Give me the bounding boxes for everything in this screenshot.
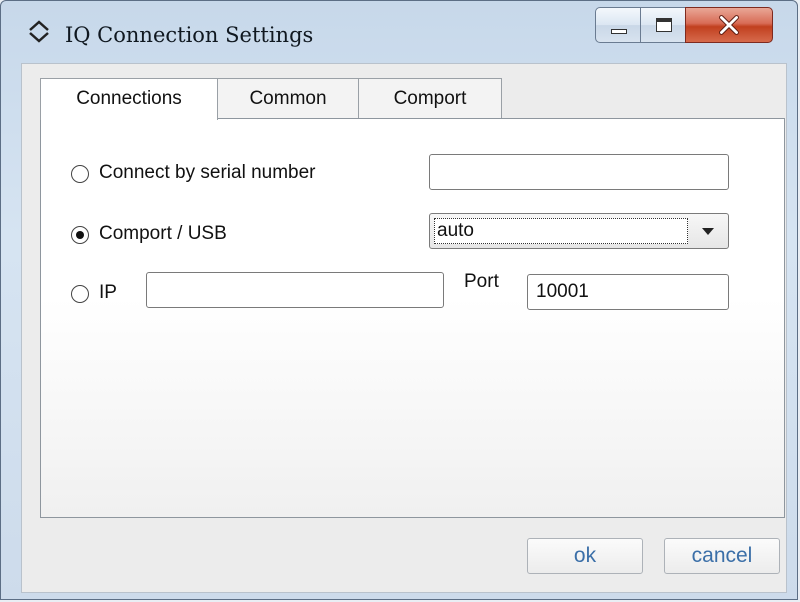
- close-icon: [719, 15, 739, 35]
- port-label: Port: [464, 271, 499, 292]
- dialog-body: Connections Common Comport Connect by se…: [21, 63, 787, 593]
- dropdown-arrow-icon: [702, 228, 714, 235]
- connections-panel: Connect by serial number Comport / USB a…: [40, 118, 785, 518]
- ip-radio[interactable]: [71, 285, 89, 303]
- ip-input[interactable]: [146, 272, 444, 308]
- serial-number-radio[interactable]: [71, 165, 89, 183]
- ip-label: IP: [99, 282, 117, 303]
- dialog-window: IQ Connection Settings Connections Commo…: [0, 0, 798, 600]
- tab-common[interactable]: Common: [217, 78, 359, 118]
- serial-number-input[interactable]: [429, 154, 729, 190]
- window-title: IQ Connection Settings: [65, 23, 314, 47]
- comport-select-value: auto: [434, 218, 688, 244]
- port-input[interactable]: [527, 274, 729, 310]
- tab-comport[interactable]: Comport: [358, 78, 502, 118]
- cancel-button[interactable]: cancel: [664, 538, 780, 574]
- ok-button[interactable]: ok: [527, 538, 643, 574]
- comport-select[interactable]: auto: [429, 213, 729, 249]
- maximize-button[interactable]: [640, 7, 686, 43]
- serial-number-label: Connect by serial number: [99, 162, 316, 183]
- comport-usb-radio[interactable]: [71, 226, 89, 244]
- close-button[interactable]: [685, 7, 773, 43]
- app-icon: [29, 20, 49, 43]
- comport-usb-label: Comport / USB: [99, 223, 227, 244]
- minimize-icon: [611, 29, 627, 34]
- maximize-icon: [656, 18, 672, 32]
- minimize-button[interactable]: [595, 7, 641, 43]
- tab-connections[interactable]: Connections: [40, 78, 218, 120]
- title-bar[interactable]: IQ Connection Settings: [1, 1, 797, 61]
